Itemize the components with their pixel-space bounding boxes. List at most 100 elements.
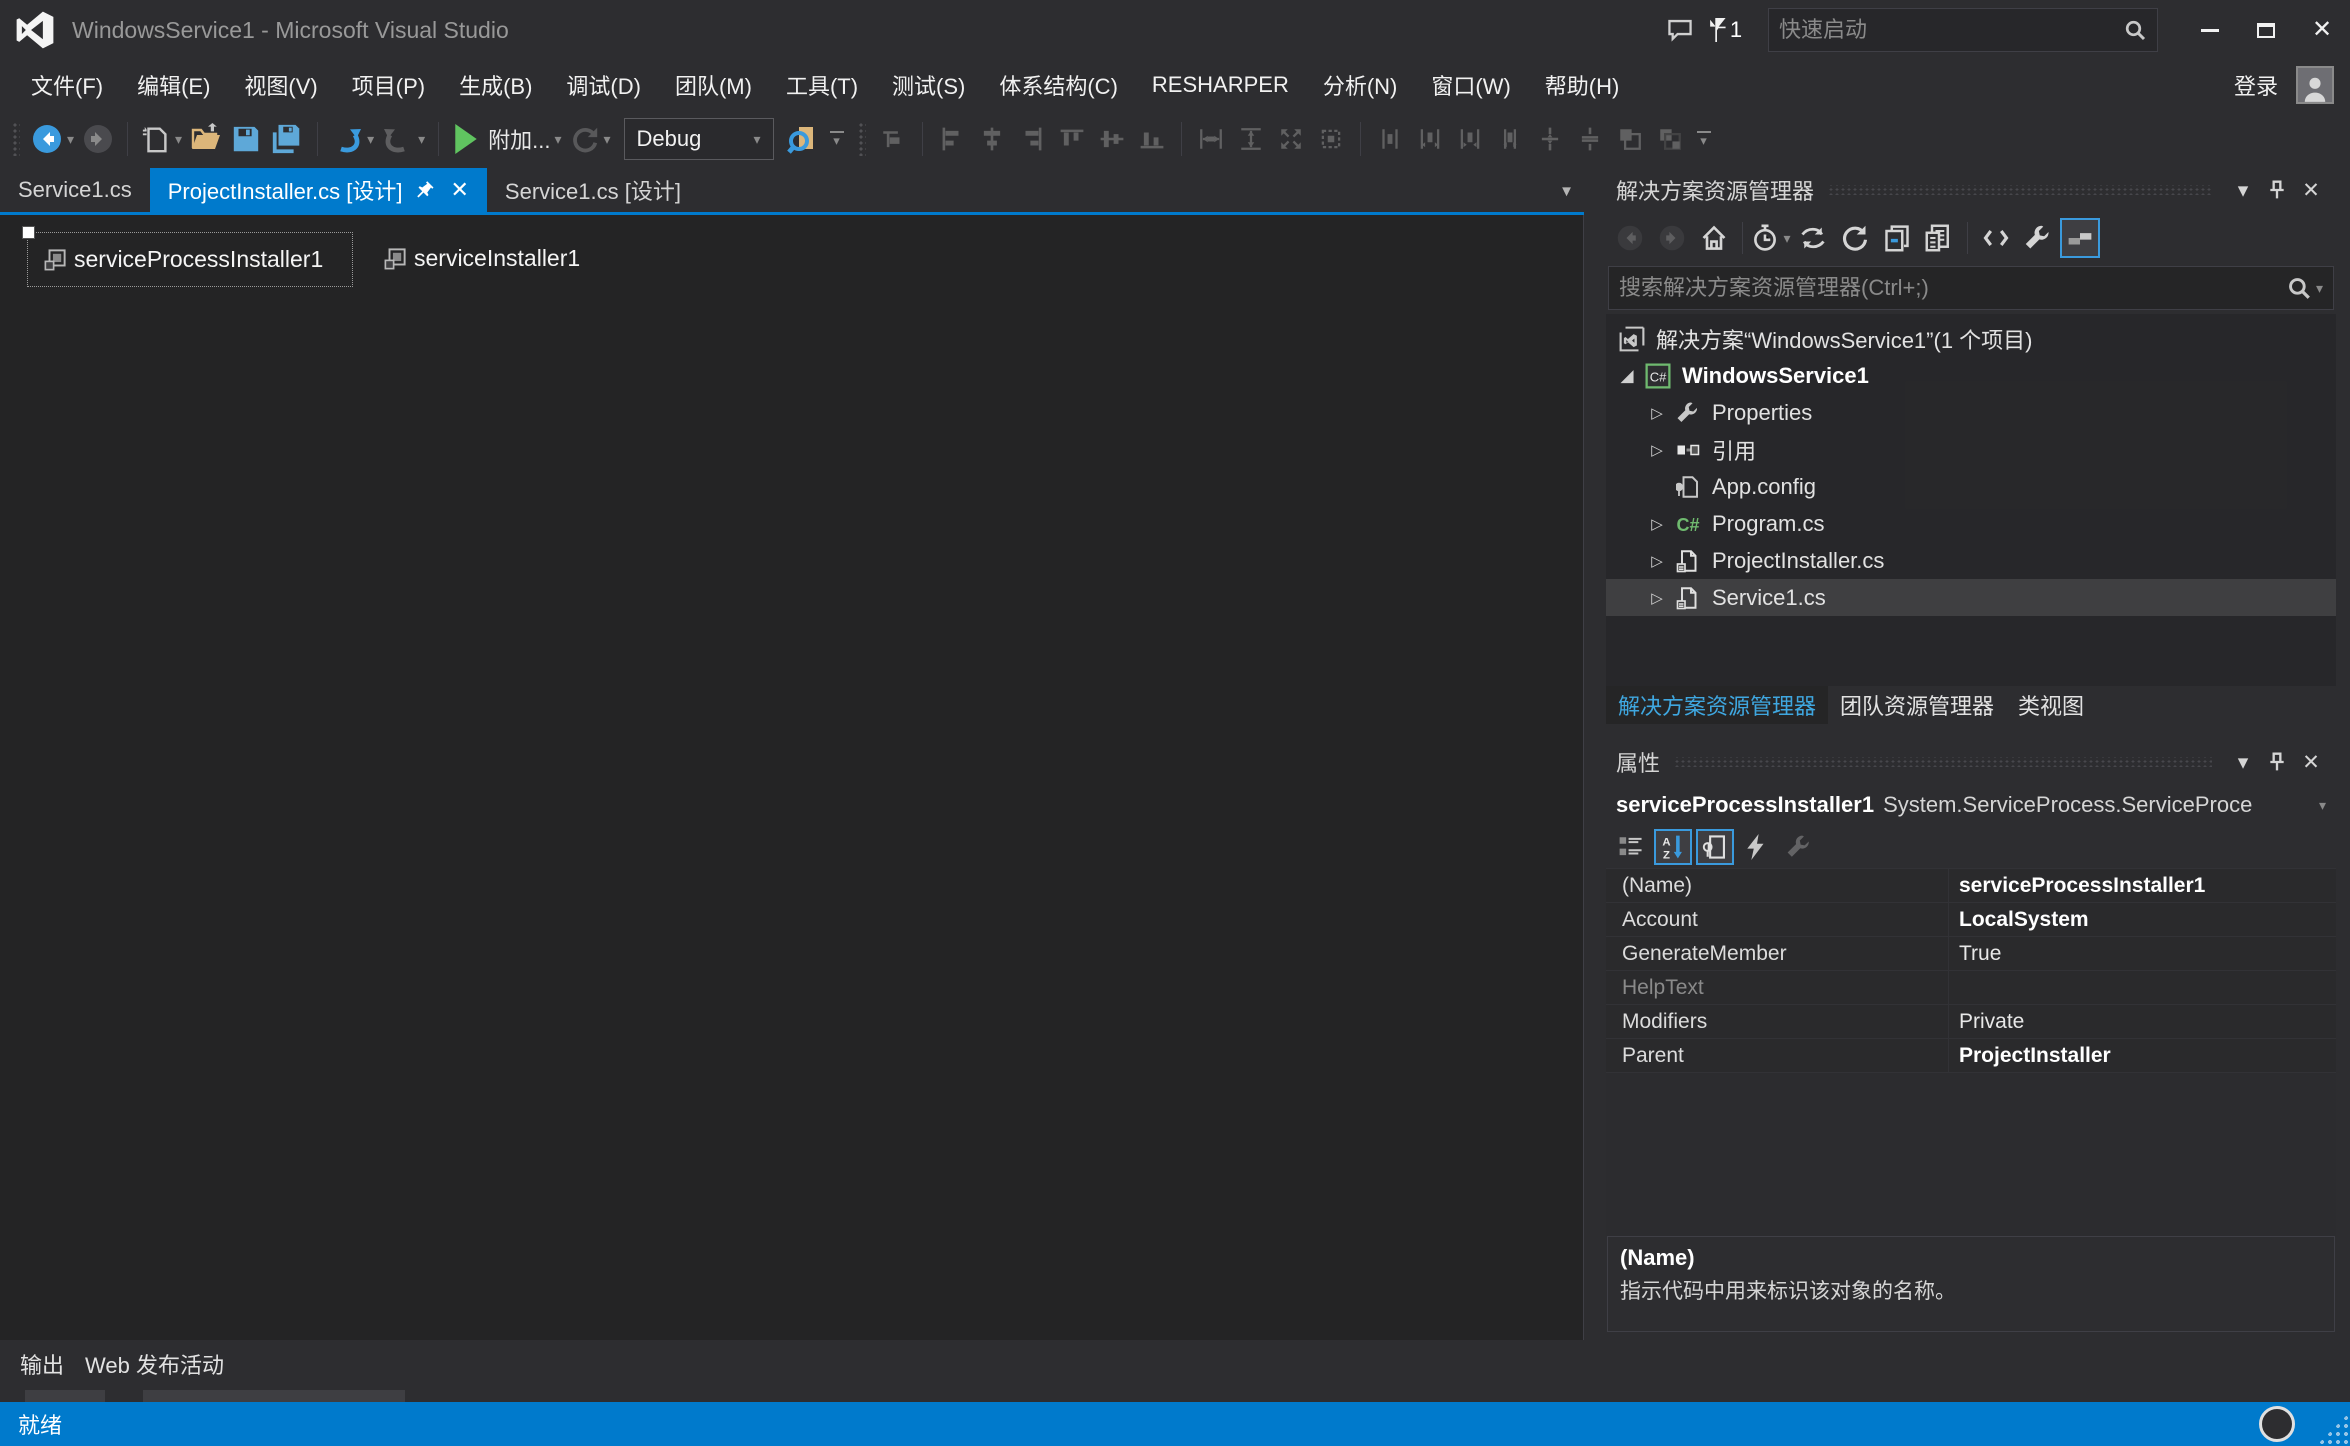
vertical-spacing-equal-button[interactable] xyxy=(1531,117,1569,161)
menu-debug[interactable]: 调试(D) xyxy=(549,63,658,107)
property-value[interactable]: True xyxy=(1949,937,2336,970)
bring-to-front-button[interactable] xyxy=(1611,117,1649,161)
menu-test[interactable]: 测试(S) xyxy=(875,63,982,107)
home-button[interactable] xyxy=(1694,218,1734,258)
tab-solution-explorer[interactable]: 解决方案资源管理器 xyxy=(1606,686,1828,724)
save-button[interactable] xyxy=(227,117,265,161)
window-position-chevron[interactable]: ▾ xyxy=(2226,173,2260,207)
size-to-grid-button[interactable] xyxy=(1312,117,1350,161)
pending-changes-filter-button[interactable]: ▾ xyxy=(1751,218,1791,258)
component-service-process-installer[interactable]: serviceProcessInstaller1 xyxy=(27,232,353,287)
make-same-width-button[interactable] xyxy=(1192,117,1230,161)
remove-horizontal-spacing-button[interactable] xyxy=(1491,117,1529,161)
collapsed-arrow-icon[interactable]: ▷ xyxy=(1642,589,1672,607)
tree-node-projectinstaller-cs[interactable]: ▷ ProjectInstaller.cs xyxy=(1606,542,2336,579)
menu-tools[interactable]: 工具(T) xyxy=(769,63,875,107)
menu-file[interactable]: 文件(F) xyxy=(14,63,120,107)
toolbar-overflow-button[interactable]: ▾ xyxy=(1691,117,1717,161)
solution-search-box[interactable]: ▾ xyxy=(1608,266,2334,310)
object-selector-combo[interactable]: serviceProcessInstaller1 System.ServiceP… xyxy=(1606,784,2336,826)
restart-button[interactable]: ▾ xyxy=(567,117,614,161)
tab-class-view[interactable]: 类视图 xyxy=(2006,686,2096,724)
document-list-chevron[interactable]: ▼ xyxy=(1559,183,1574,200)
horizontal-spacing-equal-button[interactable] xyxy=(1371,117,1409,161)
align-rights-button[interactable] xyxy=(1013,117,1051,161)
expanded-arrow-icon[interactable]: ◢ xyxy=(1612,366,1642,386)
tree-node-properties[interactable]: ▷ Properties xyxy=(1606,394,2336,431)
events-button[interactable] xyxy=(1738,829,1776,865)
property-row-helptext[interactable]: HelpText xyxy=(1606,971,2336,1005)
view-code-button[interactable] xyxy=(1976,218,2016,258)
component-designer-surface[interactable]: serviceProcessInstaller1 serviceInstalle… xyxy=(0,215,1584,1340)
feedback-icon[interactable] xyxy=(1658,8,1702,52)
start-debug-button[interactable]: 附加... ▾ xyxy=(449,117,564,161)
property-value[interactable]: LocalSystem xyxy=(1949,903,2336,936)
window-position-chevron[interactable]: ▾ xyxy=(2226,745,2260,779)
navigate-forward-button[interactable] xyxy=(79,117,117,161)
send-to-back-button[interactable] xyxy=(1651,117,1689,161)
increase-horizontal-spacing-button[interactable] xyxy=(1411,117,1449,161)
maximize-button[interactable] xyxy=(2238,8,2294,52)
alphabetical-sort-button[interactable]: AZ xyxy=(1654,829,1692,865)
menu-window[interactable]: 窗口(W) xyxy=(1414,63,1527,107)
menu-help[interactable]: 帮助(H) xyxy=(1528,63,1637,107)
navigate-back-button[interactable]: ▾ xyxy=(28,117,77,161)
make-same-size-button[interactable] xyxy=(1272,117,1310,161)
categorized-button[interactable] xyxy=(1612,829,1650,865)
tab-team-explorer[interactable]: 团队资源管理器 xyxy=(1828,686,2006,724)
property-row-name[interactable]: (Name) serviceProcessInstaller1 xyxy=(1606,869,2336,903)
property-row-parent[interactable]: Parent ProjectInstaller xyxy=(1606,1039,2336,1073)
window-resize-grip[interactable] xyxy=(2318,1414,2348,1444)
menu-view[interactable]: 视图(V) xyxy=(227,63,334,107)
property-pages-button[interactable] xyxy=(1780,829,1818,865)
collapsed-arrow-icon[interactable]: ▷ xyxy=(1642,552,1672,570)
property-value[interactable]: ProjectInstaller xyxy=(1949,1039,2336,1072)
toolbar-grip[interactable] xyxy=(858,122,866,156)
property-row-account[interactable]: Account LocalSystem xyxy=(1606,903,2336,937)
solution-explorer-header[interactable]: 解决方案资源管理器 ▾ ✕ xyxy=(1606,168,2336,212)
panel-drag-grip[interactable] xyxy=(1828,185,2212,195)
navigate-back-dropdown[interactable]: ▾ xyxy=(67,131,74,148)
component-service-installer[interactable]: serviceInstaller1 xyxy=(368,232,596,285)
tree-node-program-cs[interactable]: ▷ C# Program.cs xyxy=(1606,505,2336,542)
menu-analyze[interactable]: 分析(N) xyxy=(1306,63,1415,107)
tab-projectinstaller-cs-design[interactable]: ProjectInstaller.cs [设计] ✕ xyxy=(150,168,487,212)
new-file-dropdown[interactable]: ▾ xyxy=(175,131,182,148)
property-row-modifiers[interactable]: Modifiers Private xyxy=(1606,1005,2336,1039)
align-tops-button[interactable] xyxy=(1053,117,1091,161)
tree-node-service1-cs[interactable]: ▷ Service1.cs xyxy=(1606,579,2336,616)
show-all-files-button[interactable] xyxy=(2060,218,2100,258)
notification-flag-icon[interactable]: 1 xyxy=(1702,8,1746,52)
feedback-smiley-button[interactable] xyxy=(2259,1406,2295,1442)
property-value[interactable]: serviceProcessInstaller1 xyxy=(1949,869,2336,902)
tree-node-references[interactable]: ▷ 引用 xyxy=(1606,431,2336,468)
open-file-button[interactable] xyxy=(187,117,225,161)
pin-icon[interactable] xyxy=(2260,173,2294,207)
collapsed-arrow-icon[interactable]: ▷ xyxy=(1642,441,1672,459)
tab-service1-cs-design[interactable]: Service1.cs [设计] xyxy=(487,168,699,212)
user-avatar[interactable] xyxy=(2296,66,2334,104)
back-button[interactable] xyxy=(1610,218,1650,258)
align-bottoms-button[interactable] xyxy=(1133,117,1171,161)
property-value[interactable] xyxy=(1949,971,2336,1004)
properties-shortcut-button[interactable] xyxy=(1919,218,1959,258)
restart-dropdown[interactable]: ▾ xyxy=(604,131,611,148)
new-file-button[interactable]: ▾ xyxy=(138,117,185,161)
selection-handle[interactable] xyxy=(22,226,35,239)
make-same-height-button[interactable] xyxy=(1232,117,1270,161)
collapse-all-button[interactable] xyxy=(1877,218,1917,258)
properties-header[interactable]: 属性 ▾ ✕ xyxy=(1606,740,2336,784)
sign-in-link[interactable]: 登录 xyxy=(2234,69,2278,101)
pin-icon[interactable] xyxy=(2260,745,2294,779)
filter-dropdown[interactable]: ▾ xyxy=(1783,230,1790,247)
forward-button[interactable] xyxy=(1652,218,1692,258)
panel-drag-grip[interactable] xyxy=(1674,757,2212,767)
align-to-grid-button[interactable] xyxy=(874,117,912,161)
align-centers-button[interactable] xyxy=(973,117,1011,161)
menu-build[interactable]: 生成(B) xyxy=(442,63,549,107)
redo-dropdown[interactable]: ▾ xyxy=(418,131,425,148)
close-button[interactable]: ✕ xyxy=(2294,8,2350,52)
menu-edit[interactable]: 编辑(E) xyxy=(120,63,227,107)
properties-view-button[interactable] xyxy=(1696,829,1734,865)
collapsed-arrow-icon[interactable]: ▷ xyxy=(1642,515,1672,533)
